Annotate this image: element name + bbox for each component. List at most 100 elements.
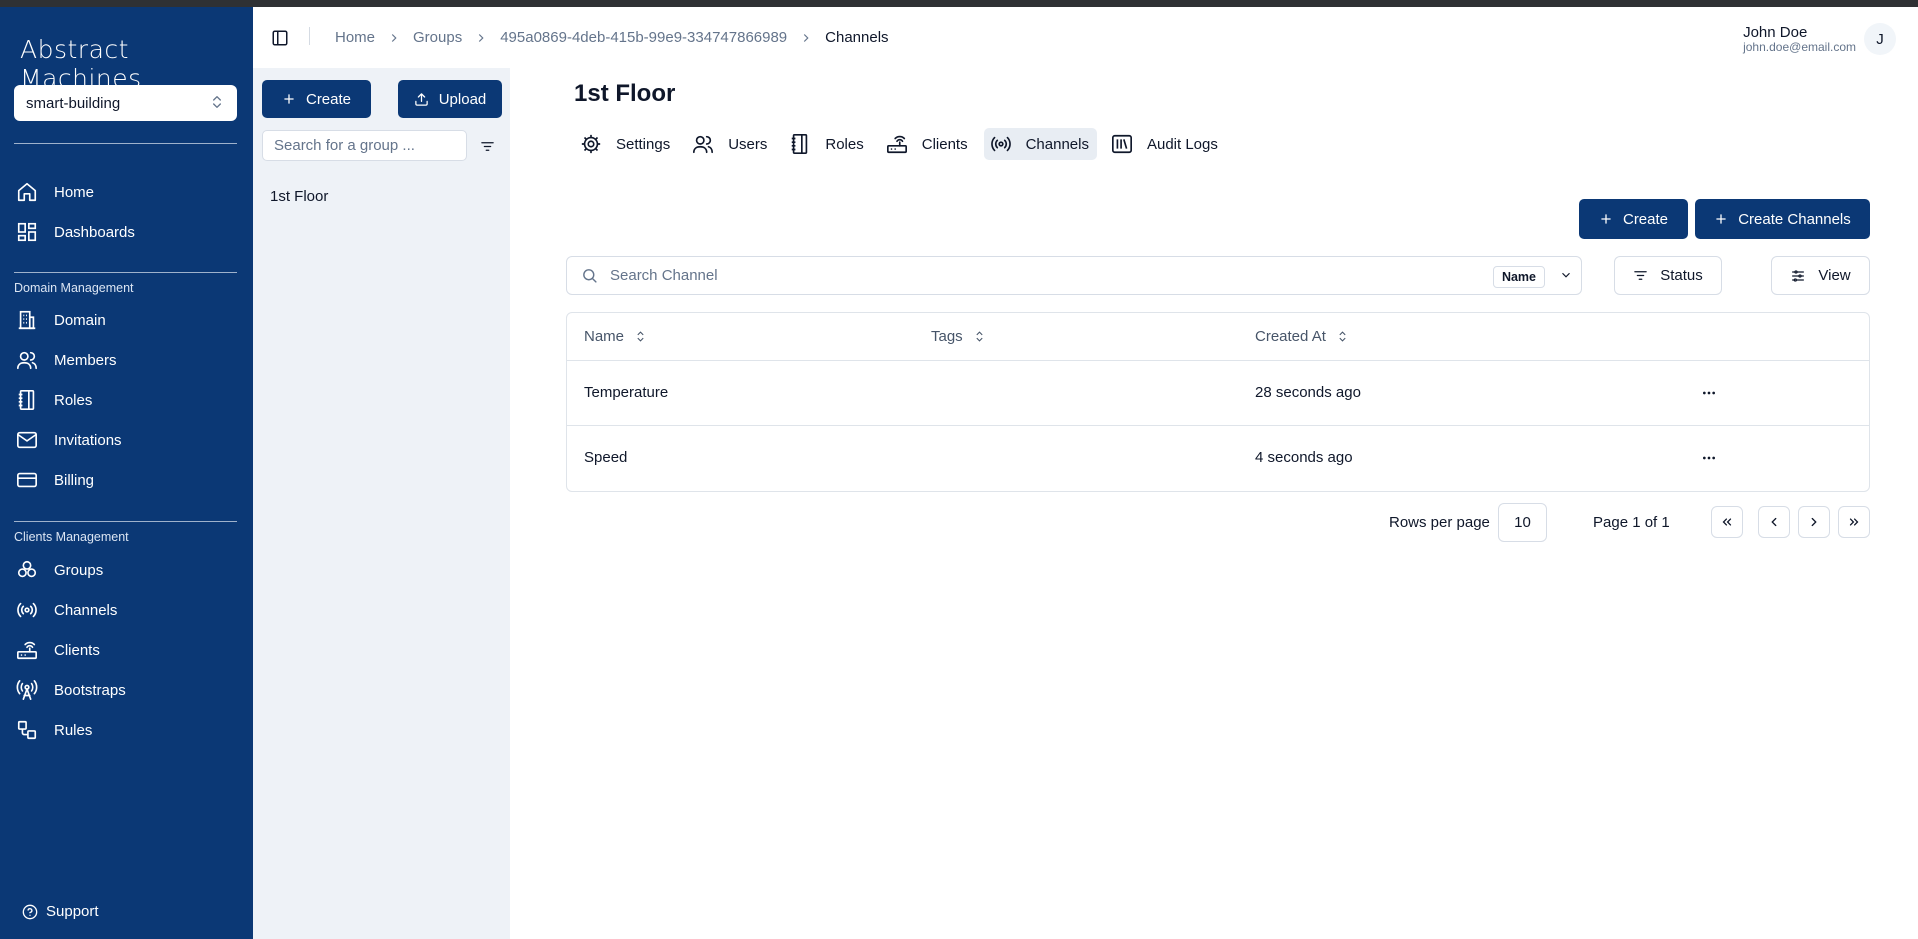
upload-button[interactable]: Upload — [398, 80, 502, 118]
chevron-right-icon — [1807, 515, 1821, 529]
chevron-down-icon[interactable] — [1559, 268, 1573, 282]
sidebar-item-domain[interactable]: Domain — [14, 303, 237, 337]
table-header: Name Tags Created At — [567, 313, 1869, 361]
sidebar-item-billing[interactable]: Billing — [14, 463, 237, 497]
group-tabs: Settings Users Roles Clients Channels Au… — [574, 127, 1234, 161]
filter-icon[interactable] — [475, 134, 499, 158]
sidebar-item-invitations[interactable]: Invitations — [14, 423, 237, 457]
sidebar-item-label: Rules — [54, 721, 93, 739]
create-channel-label: Create — [1622, 210, 1669, 228]
window-top-strip — [0, 0, 1918, 7]
create-channel-button[interactable]: Create — [1579, 199, 1688, 239]
mail-icon — [14, 427, 40, 453]
status-filter-label: Status — [1660, 267, 1703, 284]
sidebar-item-label: Dashboards — [54, 223, 135, 241]
sidebar-item-label: Groups — [54, 561, 104, 579]
tab-settings[interactable]: Settings — [574, 128, 678, 160]
breadcrumb: Home Groups 495a0869-4deb-415b-99e9-3347… — [335, 29, 889, 46]
tab-audit-logs[interactable]: Audit Logs — [1105, 128, 1226, 160]
create-channels-button[interactable]: Create Channels — [1695, 199, 1870, 239]
panel-left-toggle-icon[interactable] — [271, 29, 289, 51]
row-actions-icon[interactable] — [1701, 385, 1717, 401]
create-channels-label: Create Channels — [1738, 210, 1851, 228]
sort-icon — [634, 330, 647, 343]
router-icon — [14, 637, 40, 663]
column-header-name[interactable]: Name — [584, 328, 647, 345]
first-page-button[interactable] — [1711, 506, 1743, 538]
channel-search-input[interactable]: Search Channel Name — [566, 256, 1582, 295]
sidebar-item-roles[interactable]: Roles — [14, 383, 237, 417]
rows-per-page-label: Rows per page — [1389, 514, 1490, 531]
create-group-label: Create — [305, 90, 352, 108]
sidebar-item-label: Home — [54, 183, 95, 201]
groups-icon — [14, 557, 40, 583]
cell-name: Temperature — [584, 384, 669, 401]
breadcrumb-home[interactable]: Home — [335, 29, 375, 46]
workflow-icon — [14, 717, 40, 743]
sidebar-item-dashboards[interactable]: Dashboards — [14, 215, 237, 249]
sort-icon — [973, 330, 986, 343]
support-label: Support — [46, 903, 99, 920]
chevrons-up-down-icon — [209, 94, 225, 114]
sidebar-item-label: Bootstraps — [54, 681, 126, 699]
sidebar-item-members[interactable]: Members — [14, 343, 237, 377]
table-row[interactable]: Temperature 28 seconds ago — [567, 361, 1869, 426]
plus-icon — [282, 92, 296, 106]
column-header-created-at[interactable]: Created At — [1255, 328, 1349, 345]
breadcrumb-group-id[interactable]: 495a0869-4deb-415b-99e9-334747866989 — [500, 29, 787, 46]
sidebar-divider — [14, 272, 237, 273]
notebook-icon — [14, 387, 40, 413]
column-header-label: Created At — [1255, 328, 1326, 345]
cell-name: Speed — [584, 449, 628, 466]
sidebar-item-label: Domain — [54, 311, 106, 329]
workspace-select[interactable]: smart-building — [14, 85, 237, 121]
sidebar-item-label: Invitations — [54, 431, 122, 449]
channels-table: Name Tags Created At Temperature 28 seco… — [566, 312, 1870, 492]
avatar[interactable]: J — [1864, 23, 1896, 55]
home-icon — [14, 179, 40, 205]
sidebar-item-label: Roles — [54, 391, 93, 409]
sidebar-item-clients[interactable]: Clients — [14, 633, 237, 667]
groups-panel: Create Upload Search for a group ... 1st… — [253, 68, 510, 939]
last-page-button[interactable] — [1838, 506, 1870, 538]
chevron-right-icon — [799, 31, 813, 45]
library-icon — [1111, 133, 1133, 155]
upload-label: Upload — [438, 90, 487, 108]
tab-channels[interactable]: Channels — [983, 128, 1097, 160]
tab-roles[interactable]: Roles — [783, 128, 871, 160]
sidebar-item-groups[interactable]: Groups — [14, 553, 237, 587]
sidebar-item-label: Clients — [54, 641, 100, 659]
sidebar-item-bootstraps[interactable]: Bootstraps — [14, 673, 237, 707]
building-icon — [14, 307, 40, 333]
gear-icon — [580, 133, 602, 155]
sidebar-item-home[interactable]: Home — [14, 175, 237, 209]
user-info[interactable]: John Doe john.doe@email.com — [1743, 25, 1856, 54]
chevrons-right-icon — [1847, 515, 1861, 529]
tab-label: Clients — [921, 135, 968, 153]
search-placeholder: Search Channel — [610, 267, 718, 284]
column-header-tags[interactable]: Tags — [931, 328, 986, 345]
view-options-button[interactable]: View — [1771, 256, 1870, 295]
top-header: Home Groups 495a0869-4deb-415b-99e9-3347… — [253, 7, 1918, 68]
support-link[interactable]: Support — [22, 903, 99, 920]
breadcrumb-groups[interactable]: Groups — [413, 29, 462, 46]
row-actions-icon[interactable] — [1701, 450, 1717, 466]
rows-per-page-select[interactable]: 10 — [1498, 503, 1547, 542]
sidebar-item-channels[interactable]: Channels — [14, 593, 237, 627]
users-icon — [692, 133, 714, 155]
group-list-item[interactable]: 1st Floor — [270, 188, 328, 205]
table-row[interactable]: Speed 4 seconds ago — [567, 426, 1869, 491]
create-group-button[interactable]: Create — [262, 80, 371, 118]
sidebar-item-rules[interactable]: Rules — [14, 713, 237, 747]
tab-users[interactable]: Users — [686, 128, 775, 160]
search-field-chip[interactable]: Name — [1492, 266, 1545, 288]
chevron-left-icon — [1767, 515, 1781, 529]
status-filter-button[interactable]: Status — [1614, 256, 1722, 295]
tab-clients[interactable]: Clients — [880, 128, 976, 160]
group-search-input[interactable]: Search for a group ... — [262, 130, 467, 161]
next-page-button[interactable] — [1798, 506, 1830, 538]
cell-created-at: 28 seconds ago — [1255, 384, 1361, 401]
radio-icon — [14, 597, 40, 623]
sidebar-divider — [14, 521, 237, 522]
previous-page-button[interactable] — [1758, 506, 1790, 538]
